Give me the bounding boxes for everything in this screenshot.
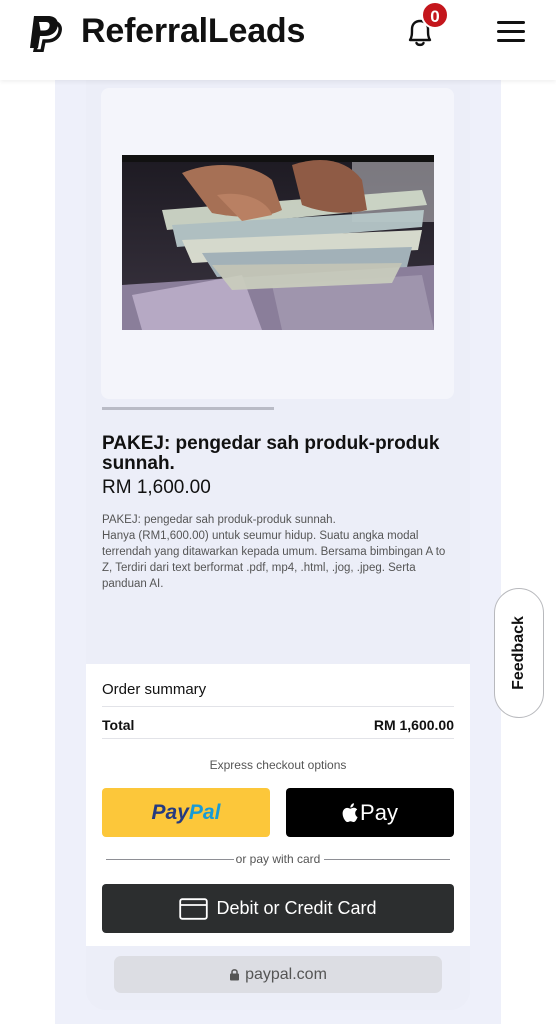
order-summary-label[interactable]: Order summary (102, 681, 206, 698)
credit-card-icon (179, 897, 209, 920)
divider (324, 859, 450, 860)
product-description: PAKEJ: pengedar sah produk-produk sunnah… (102, 512, 454, 592)
checkout-panel: Order summary Total RM 1,600.00 Express … (86, 664, 470, 946)
product-image-card (101, 88, 454, 399)
paypal-button[interactable]: Pay Pal (102, 788, 270, 837)
apple-pay-button[interactable]: Pay (286, 788, 454, 837)
product-photo[interactable] (122, 155, 434, 330)
paypal-logo-icon[interactable] (28, 14, 62, 52)
apple-icon (342, 803, 358, 822)
express-checkout-label: Express checkout options (209, 758, 347, 772)
product-title: PAKEJ: pengedar sah produk-produk sunnah… (102, 433, 440, 474)
divider (102, 738, 454, 739)
top-bar: ReferralLeads 0 (0, 0, 556, 80)
paypal-wordmark-part2: Pal (188, 800, 221, 824)
lock-icon (230, 969, 240, 981)
feedback-label: Feedback (510, 616, 527, 690)
url-bar[interactable]: paypal.com (114, 956, 442, 993)
checkout-sheet: PAKEJ: pengedar sah produk-produk sunnah… (86, 80, 470, 1010)
divider (102, 706, 454, 707)
card-button-label: Debit or Credit Card (216, 898, 377, 918)
image-progress-bar (102, 407, 274, 410)
browser-url-area: paypal.com (86, 946, 470, 1010)
brand-name: ReferralLeads (81, 12, 306, 50)
product-description-body: Hanya (RM1,600.00) untuk seumur hidup. S… (102, 530, 446, 590)
apple-pay-label: Pay (360, 799, 398, 825)
product-description-line-1: PAKEJ: pengedar sah produk-produk sunnah… (102, 514, 336, 526)
notification-badge: 0 (421, 1, 449, 29)
feedback-tab[interactable]: Feedback (494, 588, 544, 718)
hamburger-menu-icon[interactable] (497, 19, 527, 45)
total-value: RM 1,600.00 (373, 717, 454, 733)
url-text: paypal.com (245, 965, 327, 983)
debit-credit-card-button[interactable]: Debit or Credit Card (102, 884, 454, 933)
product-price: RM 1,600.00 (102, 477, 211, 498)
paypal-wordmark-part1: Pay (151, 800, 189, 824)
total-label: Total (102, 717, 135, 733)
